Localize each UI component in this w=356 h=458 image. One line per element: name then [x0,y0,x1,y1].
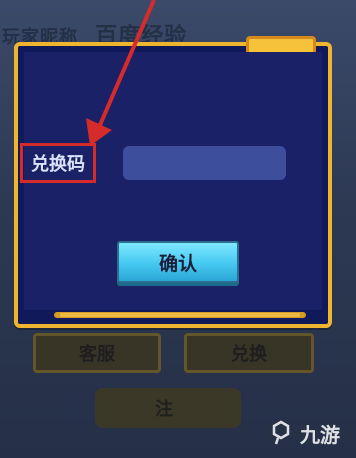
confirm-button-label: 确认 [158,252,197,275]
redeem-code-dialog [14,36,332,328]
redeem-code-label-highlight: 兑换码 [20,143,96,183]
watermark-logo-icon [272,420,290,445]
redeem-code-label: 兑换码 [31,154,85,175]
confirm-button[interactable]: 确认 [117,241,239,283]
watermark-text: 九游 [300,422,340,447]
redeem-button[interactable]: 兑换 [184,333,314,373]
bottom-action-button[interactable]: 注 [95,388,241,428]
dialog-tab [246,36,316,53]
customer-service-button[interactable]: 客服 [33,333,161,373]
customer-service-label: 客服 [79,344,115,365]
background-top-text: 玩家昵称 百度经验 [2,18,232,49]
redeem-button-label: 兑换 [231,344,267,365]
bottom-action-label: 注 [155,399,173,420]
watermark: 九游 [268,418,354,448]
redeem-code-input[interactable] [123,146,286,180]
dialog-bottom-bar [54,312,306,318]
